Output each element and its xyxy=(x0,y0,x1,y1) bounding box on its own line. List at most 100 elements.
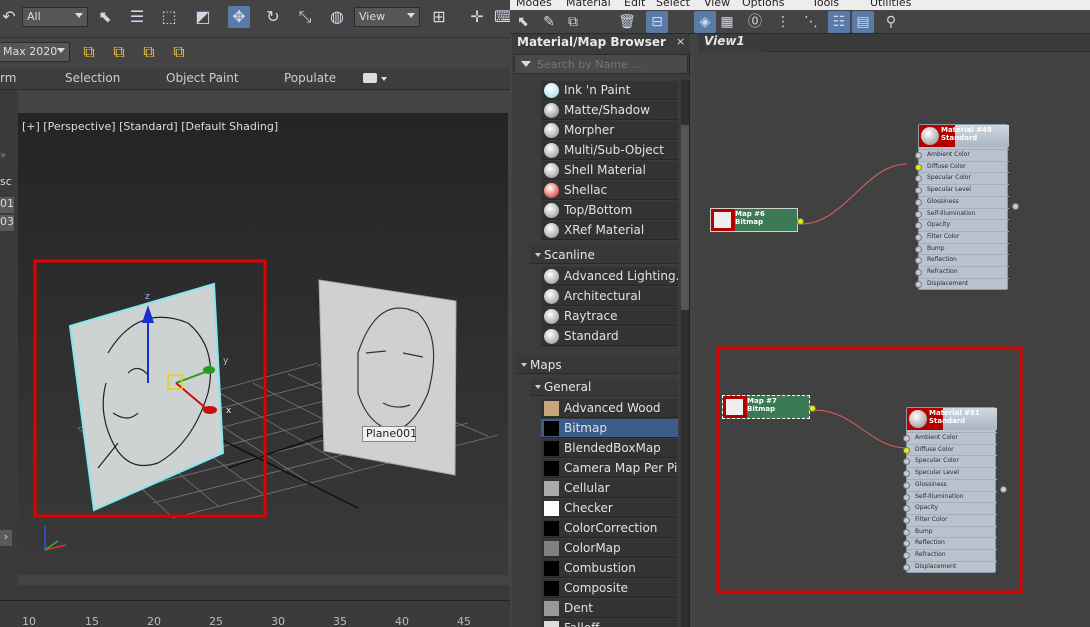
input-socket-icon[interactable] xyxy=(915,163,922,171)
workspace-dropdown[interactable]: Max 2020 xyxy=(0,42,70,62)
tab-view1[interactable]: View1 xyxy=(698,34,766,52)
input-socket-icon[interactable] xyxy=(903,470,910,478)
input-socket-icon[interactable] xyxy=(915,222,922,230)
input-socket-icon[interactable] xyxy=(903,528,910,536)
material-id-icon[interactable]: ⓪ xyxy=(744,11,766,33)
rotate-icon[interactable]: ↻ xyxy=(262,6,284,28)
search-input[interactable] xyxy=(537,56,683,72)
parameter-editor-icon[interactable]: ▤ xyxy=(852,11,874,33)
material-slot[interactable]: Reflection xyxy=(915,254,1009,266)
perspective-viewport[interactable]: z y x xyxy=(18,113,508,575)
selection-filter-dropdown[interactable]: All xyxy=(22,7,88,27)
list-item[interactable]: XRef Material xyxy=(541,221,678,240)
material-slot[interactable]: Ambient Color xyxy=(915,149,1009,161)
input-socket-icon[interactable] xyxy=(915,257,922,265)
list-item[interactable]: Bitmap xyxy=(541,419,678,438)
menu-item[interactable]: Modes xyxy=(516,0,552,9)
input-socket-icon[interactable] xyxy=(915,187,922,195)
map-node[interactable]: Map #7 Bitmap xyxy=(722,395,816,419)
ribbon-tab-partial[interactable]: rm xyxy=(0,71,16,85)
list-item[interactable]: Ink 'n Paint xyxy=(541,81,678,100)
select-manipulate-icon[interactable]: ✛ xyxy=(466,6,488,28)
menu-item[interactable]: Utilities xyxy=(870,0,911,9)
list-item[interactable]: Raytrace xyxy=(541,307,678,326)
menu-item[interactable]: View xyxy=(704,0,730,9)
material-node[interactable]: Material #51 Standard Ambient Color Diffus… xyxy=(903,407,1007,573)
material-slot[interactable]: Filter Color xyxy=(915,230,1009,243)
list-item[interactable]: Cellular xyxy=(541,479,678,498)
material-slot[interactable]: Specular Level xyxy=(915,184,1009,196)
input-socket-icon[interactable] xyxy=(903,458,910,466)
input-socket-icon[interactable] xyxy=(903,516,910,524)
move-icon[interactable]: ✥ xyxy=(228,6,250,28)
input-socket-icon[interactable] xyxy=(915,210,922,218)
material-slot[interactable]: Bump xyxy=(915,242,1009,255)
material-slot[interactable]: Reflection xyxy=(903,537,997,549)
scale-icon[interactable]: ⤡ xyxy=(294,6,316,28)
link-icon[interactable]: ⧉ xyxy=(78,41,100,63)
layout-children-icon[interactable]: ⋱ xyxy=(800,11,822,33)
material-slot[interactable]: Displacement xyxy=(915,277,1009,290)
input-socket-icon[interactable] xyxy=(915,269,922,276)
show-background-icon[interactable]: ▦ xyxy=(716,11,738,33)
input-socket-icon[interactable] xyxy=(903,563,910,571)
material-slot[interactable]: Opacity xyxy=(903,502,997,514)
material-slot[interactable]: Diffuse Color xyxy=(915,160,1009,173)
list-item[interactable]: Advanced Wood xyxy=(541,399,678,418)
ribbon-tab-object-paint[interactable]: Object Paint xyxy=(166,71,239,85)
layout-icon[interactable]: ⋮ xyxy=(772,11,794,33)
list-item[interactable]: ColorCorrection xyxy=(541,519,678,538)
timeline-ruler[interactable]: 10 15 20 25 30 35 40 45 xyxy=(0,600,510,627)
expand-arrow-icon[interactable]: › xyxy=(0,530,12,546)
output-socket-icon[interactable] xyxy=(1012,203,1019,210)
section-header-maps[interactable]: Maps xyxy=(516,356,678,374)
select-by-material-icon[interactable]: ⚲ xyxy=(880,11,902,33)
list-item[interactable]: ColorMap xyxy=(541,539,678,558)
output-socket-icon[interactable] xyxy=(797,218,804,225)
list-item[interactable]: Shellac xyxy=(541,181,678,200)
list-item[interactable]: Shell Material xyxy=(541,161,678,180)
material-node[interactable]: Material #49 Standard Ambient Color Diffus… xyxy=(915,124,1019,290)
viewport-label[interactable]: [+] [Perspective] [Standard] [Default Sh… xyxy=(22,120,278,133)
close-icon[interactable]: × xyxy=(676,35,685,48)
menu-item[interactable]: Select xyxy=(656,0,690,9)
list-item[interactable]: Standard xyxy=(541,327,678,346)
list-item[interactable]: Top/Bottom xyxy=(541,201,678,220)
input-socket-icon[interactable] xyxy=(903,446,910,454)
material-slot[interactable]: Specular Level xyxy=(903,467,997,479)
input-socket-icon[interactable] xyxy=(903,505,910,513)
scrollbar-thumb[interactable] xyxy=(681,125,689,310)
list-item[interactable]: Camera Map Per Pixel xyxy=(541,459,678,478)
show-map-icon[interactable]: ◈ xyxy=(694,11,716,33)
list-item[interactable]: Architectural xyxy=(541,287,678,306)
list-item[interactable]: BlendedBoxMap xyxy=(541,439,678,458)
input-socket-icon[interactable] xyxy=(915,233,922,241)
rectangular-selection-icon[interactable]: ⬚ xyxy=(158,6,180,28)
list-item[interactable]: Checker xyxy=(541,499,678,518)
layer-icon[interactable]: ⧉ xyxy=(168,41,190,63)
material-slot[interactable]: Bump xyxy=(903,525,997,538)
section-header-general[interactable]: General xyxy=(530,378,678,396)
pivot-center-icon[interactable]: ⊞ xyxy=(428,6,450,28)
material-slot[interactable]: Specular Color xyxy=(903,455,997,467)
list-item[interactable]: Combustion xyxy=(541,559,678,578)
material-slot[interactable]: Self-Illumination xyxy=(915,207,1009,220)
node-view[interactable] xyxy=(695,52,1090,627)
select-tool-icon[interactable]: ⬉ xyxy=(512,11,534,33)
unlink-icon[interactable]: ⧉ xyxy=(108,41,130,63)
input-socket-icon[interactable] xyxy=(903,493,910,501)
material-slot[interactable]: Specular Color xyxy=(915,172,1009,184)
move-children-icon[interactable]: ⊟ xyxy=(646,11,668,33)
menu-item[interactable]: Tools xyxy=(812,0,839,9)
select-object-icon[interactable]: ⬉ xyxy=(94,6,116,28)
material-slot[interactable]: Refraction xyxy=(903,549,997,561)
window-crossing-icon[interactable]: ◩ xyxy=(192,6,214,28)
menu-item[interactable]: Options xyxy=(742,0,784,9)
material-slot[interactable]: Self-Illumination xyxy=(903,490,997,503)
input-socket-icon[interactable] xyxy=(915,280,922,288)
material-slot[interactable]: Refraction xyxy=(915,266,1009,278)
list-item[interactable]: Dent xyxy=(541,599,678,618)
reference-coordinate-dropdown[interactable]: View xyxy=(354,7,420,27)
input-socket-icon[interactable] xyxy=(903,481,910,489)
select-by-name-icon[interactable]: ☰ xyxy=(126,6,148,28)
